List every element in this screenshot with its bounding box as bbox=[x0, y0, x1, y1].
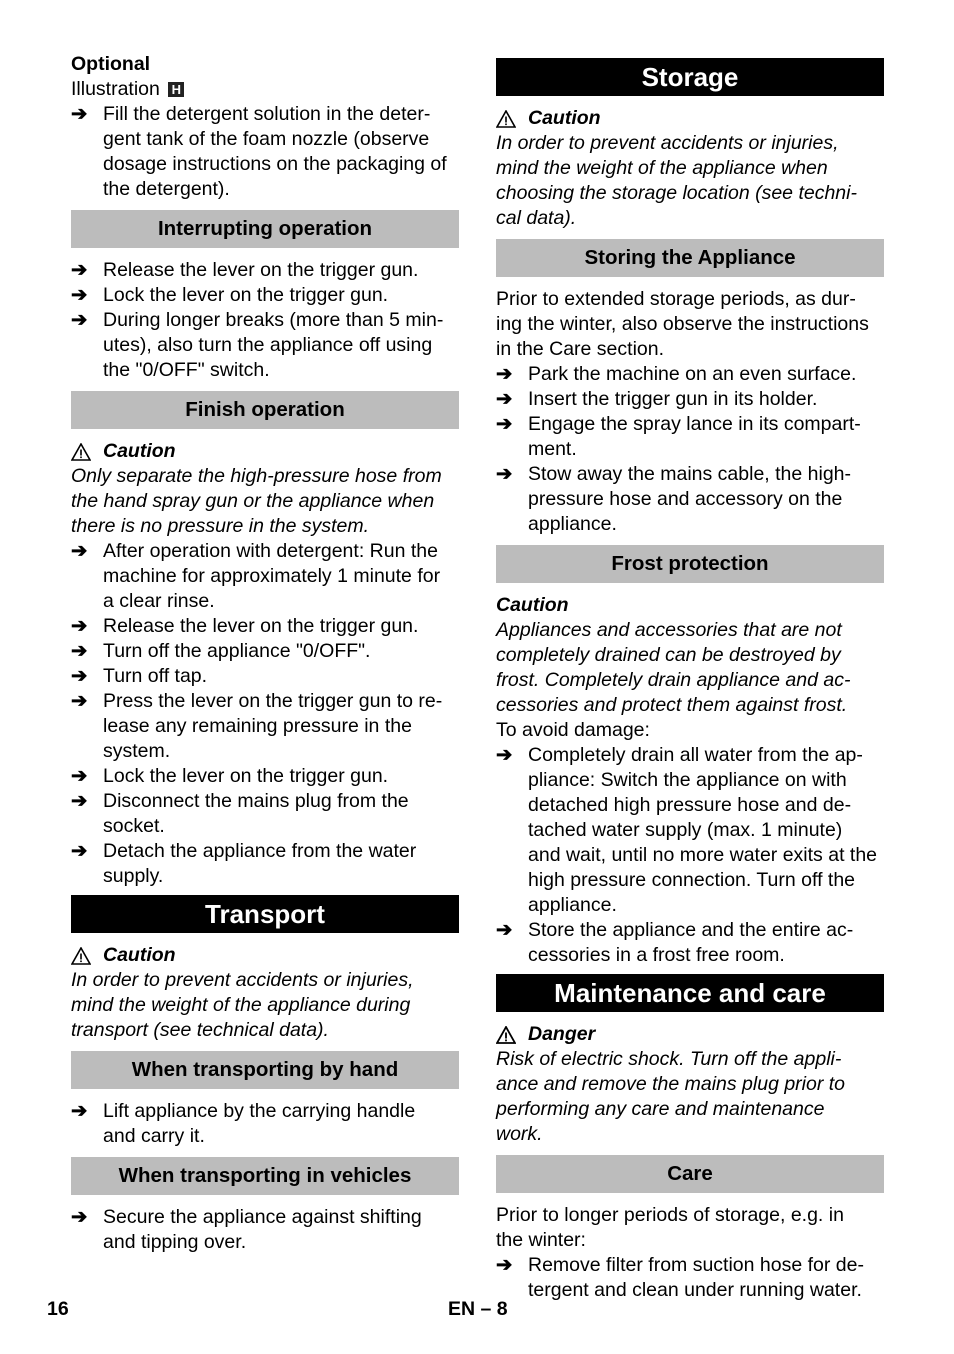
arrow-bullet-icon: ➔ bbox=[71, 1206, 88, 1228]
section-heading-finish: Finish operation bbox=[71, 391, 459, 429]
list-item: ➔ Press the lever on the trigger gun to r… bbox=[71, 690, 443, 762]
arrow-bullet-icon: ➔ bbox=[71, 1100, 88, 1122]
chapter-heading-maintenance: Maintenance and care bbox=[496, 974, 884, 1012]
section-page-number: EN – 8 bbox=[448, 1298, 508, 1320]
caution-label: Caution bbox=[496, 106, 884, 131]
caution-label: Caution bbox=[71, 439, 459, 464]
frost-intro: To avoid damage: bbox=[496, 719, 650, 741]
list-item: ➔ Engage the spray lance in its compart- … bbox=[496, 413, 861, 460]
caution-text: In order to prevent accidents or injurie… bbox=[71, 969, 414, 1041]
arrow-bullet-icon: ➔ bbox=[71, 690, 88, 712]
arrow-bullet-icon: ➔ bbox=[71, 259, 88, 281]
warning-triangle-icon bbox=[71, 442, 91, 461]
arrow-bullet-icon: ➔ bbox=[496, 413, 513, 435]
arrow-bullet-icon: ➔ bbox=[496, 1254, 513, 1276]
list-item: ➔ Park the machine on an even surface. bbox=[496, 363, 857, 385]
arrow-bullet-icon: ➔ bbox=[71, 103, 88, 125]
list-item: ➔ Lock the lever on the trigger gun. bbox=[71, 765, 389, 787]
arrow-bullet-icon: ➔ bbox=[71, 640, 88, 662]
chapter-heading-storage: Storage bbox=[496, 58, 884, 96]
arrow-bullet-icon: ➔ bbox=[496, 919, 513, 941]
danger-label: Danger bbox=[496, 1022, 884, 1047]
section-heading-interrupting: Interrupting operation bbox=[71, 210, 459, 248]
danger-text: Risk of electric shock. Turn off the app… bbox=[496, 1048, 846, 1145]
arrow-bullet-icon: ➔ bbox=[496, 744, 513, 766]
section-heading-vehicles: When transporting in vehicles bbox=[71, 1157, 459, 1195]
list-item: ➔ During longer breaks (more than 5 min- … bbox=[71, 309, 444, 381]
list-item: ➔ Detach the appliance from the water sup… bbox=[71, 840, 417, 887]
arrow-bullet-icon: ➔ bbox=[71, 309, 88, 331]
list-item: ➔ Disconnect the mains plug from the sock… bbox=[71, 790, 409, 837]
list-item: ➔ Completely drain all water from the ap-… bbox=[496, 744, 878, 916]
section-heading-storing: Storing the Appliance bbox=[496, 239, 884, 277]
optional-title: Optional bbox=[71, 53, 151, 75]
arrow-bullet-icon: ➔ bbox=[71, 615, 88, 637]
section-heading-by-hand: When transporting by hand bbox=[71, 1051, 459, 1089]
page-number: 16 bbox=[47, 1298, 69, 1320]
care-intro: Prior to longer periods of storage, e.g.… bbox=[496, 1204, 844, 1251]
caution-text: Appliances and accessories that are not … bbox=[496, 619, 851, 716]
chapter-heading-transport: Transport bbox=[71, 895, 459, 933]
caution-label: Caution bbox=[496, 594, 569, 616]
warning-triangle-icon bbox=[496, 109, 516, 128]
right-column: Storage Caution In order to prevent acci… bbox=[496, 58, 884, 1303]
illustration-h-icon: H bbox=[168, 82, 185, 97]
arrow-bullet-icon: ➔ bbox=[71, 540, 88, 562]
list-item: ➔ Stow away the mains cable, the high- pr… bbox=[496, 463, 852, 535]
arrow-bullet-icon: ➔ bbox=[71, 665, 88, 687]
list-item: ➔ After operation with detergent: Run the… bbox=[71, 540, 441, 612]
arrow-bullet-icon: ➔ bbox=[71, 840, 88, 862]
list-item: ➔ Lift appliance by the carrying handle a… bbox=[71, 1100, 416, 1147]
list-item: ➔ Fill the detergent solution in the dete… bbox=[71, 103, 447, 200]
illustration-ref: Illustration H bbox=[71, 77, 459, 102]
list-item: ➔ Remove filter from suction hose for de-… bbox=[496, 1254, 864, 1301]
illustration-label: Illustration bbox=[71, 78, 160, 100]
arrow-bullet-icon: ➔ bbox=[496, 363, 513, 385]
left-column: Optional Illustration H ➔ Fill the deterg… bbox=[71, 52, 459, 1255]
arrow-bullet-icon: ➔ bbox=[496, 463, 513, 485]
list-item: ➔ Insert the trigger gun in its holder. bbox=[496, 388, 818, 410]
caution-label: Caution bbox=[71, 943, 459, 968]
arrow-bullet-icon: ➔ bbox=[496, 388, 513, 410]
list-item: ➔ Store the appliance and the entire ac- … bbox=[496, 919, 854, 966]
list-item: ➔ Turn off tap. bbox=[71, 665, 208, 687]
warning-triangle-icon bbox=[71, 946, 91, 965]
arrow-bullet-icon: ➔ bbox=[71, 790, 88, 812]
list-item: ➔ Release the lever on the trigger gun. bbox=[71, 259, 419, 281]
list-item: ➔ Lock the lever on the trigger gun. bbox=[71, 284, 389, 306]
list-item: ➔ Secure the appliance against shifting a… bbox=[71, 1206, 422, 1253]
caution-text: Only separate the high-pressure hose fro… bbox=[71, 465, 442, 537]
arrow-bullet-icon: ➔ bbox=[71, 284, 88, 306]
list-item: ➔ Turn off the appliance "0/OFF". bbox=[71, 640, 371, 662]
list-item: ➔ Release the lever on the trigger gun. bbox=[71, 615, 419, 637]
warning-triangle-icon bbox=[496, 1025, 516, 1044]
section-heading-frost: Frost protection bbox=[496, 545, 884, 583]
section-heading-care: Care bbox=[496, 1155, 884, 1193]
caution-text: In order to prevent accidents or injurie… bbox=[496, 132, 857, 229]
storing-intro: Prior to extended storage periods, as du… bbox=[496, 288, 869, 360]
arrow-bullet-icon: ➔ bbox=[71, 765, 88, 787]
